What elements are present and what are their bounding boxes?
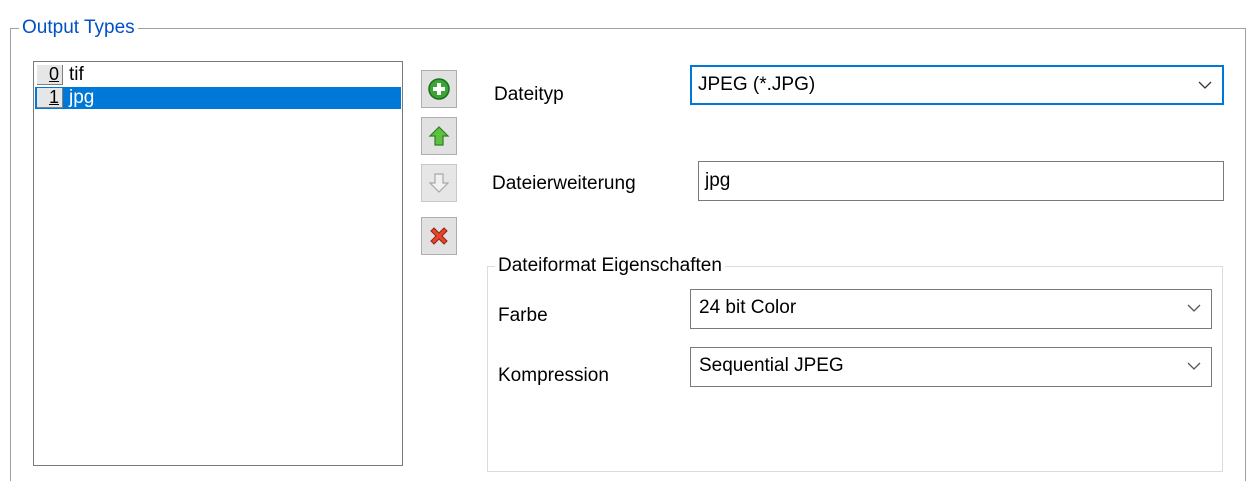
compression-select[interactable]: Sequential JPEG (690, 347, 1212, 387)
delete-button[interactable] (421, 217, 457, 255)
list-item[interactable]: 0 tif (35, 64, 401, 86)
gray-down-arrow-icon (428, 173, 450, 193)
extension-field[interactable]: jpg (698, 161, 1224, 201)
chevron-down-icon (1198, 81, 1212, 89)
dateityp-value: JPEG (*.JPG) (698, 74, 816, 95)
color-label: Farbe (498, 305, 548, 326)
dateityp-label: Dateityp (494, 84, 564, 105)
compression-label: Kompression (498, 365, 609, 386)
green-up-arrow-icon (428, 126, 450, 146)
group-border-bottom (487, 471, 1223, 472)
move-down-button[interactable] (421, 164, 457, 202)
chevron-down-icon (1187, 304, 1201, 312)
row-index: 1 (37, 88, 63, 108)
row-index: 0 (37, 65, 63, 85)
color-select[interactable]: 24 bit Color (690, 289, 1212, 329)
format-properties-title: Dateiformat Eigenschaften (495, 255, 725, 277)
green-plus-circle-icon (428, 78, 450, 100)
group-border-right (1222, 266, 1223, 472)
group-border-right (1245, 28, 1246, 481)
extension-value: jpg (705, 170, 731, 191)
compression-value: Sequential JPEG (699, 355, 844, 376)
list-item-label: jpg (69, 87, 95, 108)
output-types-title: Output Types (19, 17, 138, 39)
list-item-selected[interactable]: 1 jpg (35, 87, 401, 109)
output-types-listbox[interactable]: 0 tif 1 jpg (33, 61, 403, 466)
red-x-icon (430, 227, 448, 245)
extension-label: Dateierweiterung (492, 173, 636, 194)
chevron-down-icon (1187, 362, 1201, 370)
group-border-left (487, 266, 488, 472)
dateityp-select[interactable]: JPEG (*.JPG) (690, 65, 1224, 105)
group-border-left (10, 28, 11, 481)
color-value: 24 bit Color (699, 297, 797, 318)
move-up-button[interactable] (421, 117, 457, 155)
group-border-top (10, 28, 1246, 29)
list-item-label: tif (69, 64, 84, 85)
add-button[interactable] (421, 70, 457, 108)
